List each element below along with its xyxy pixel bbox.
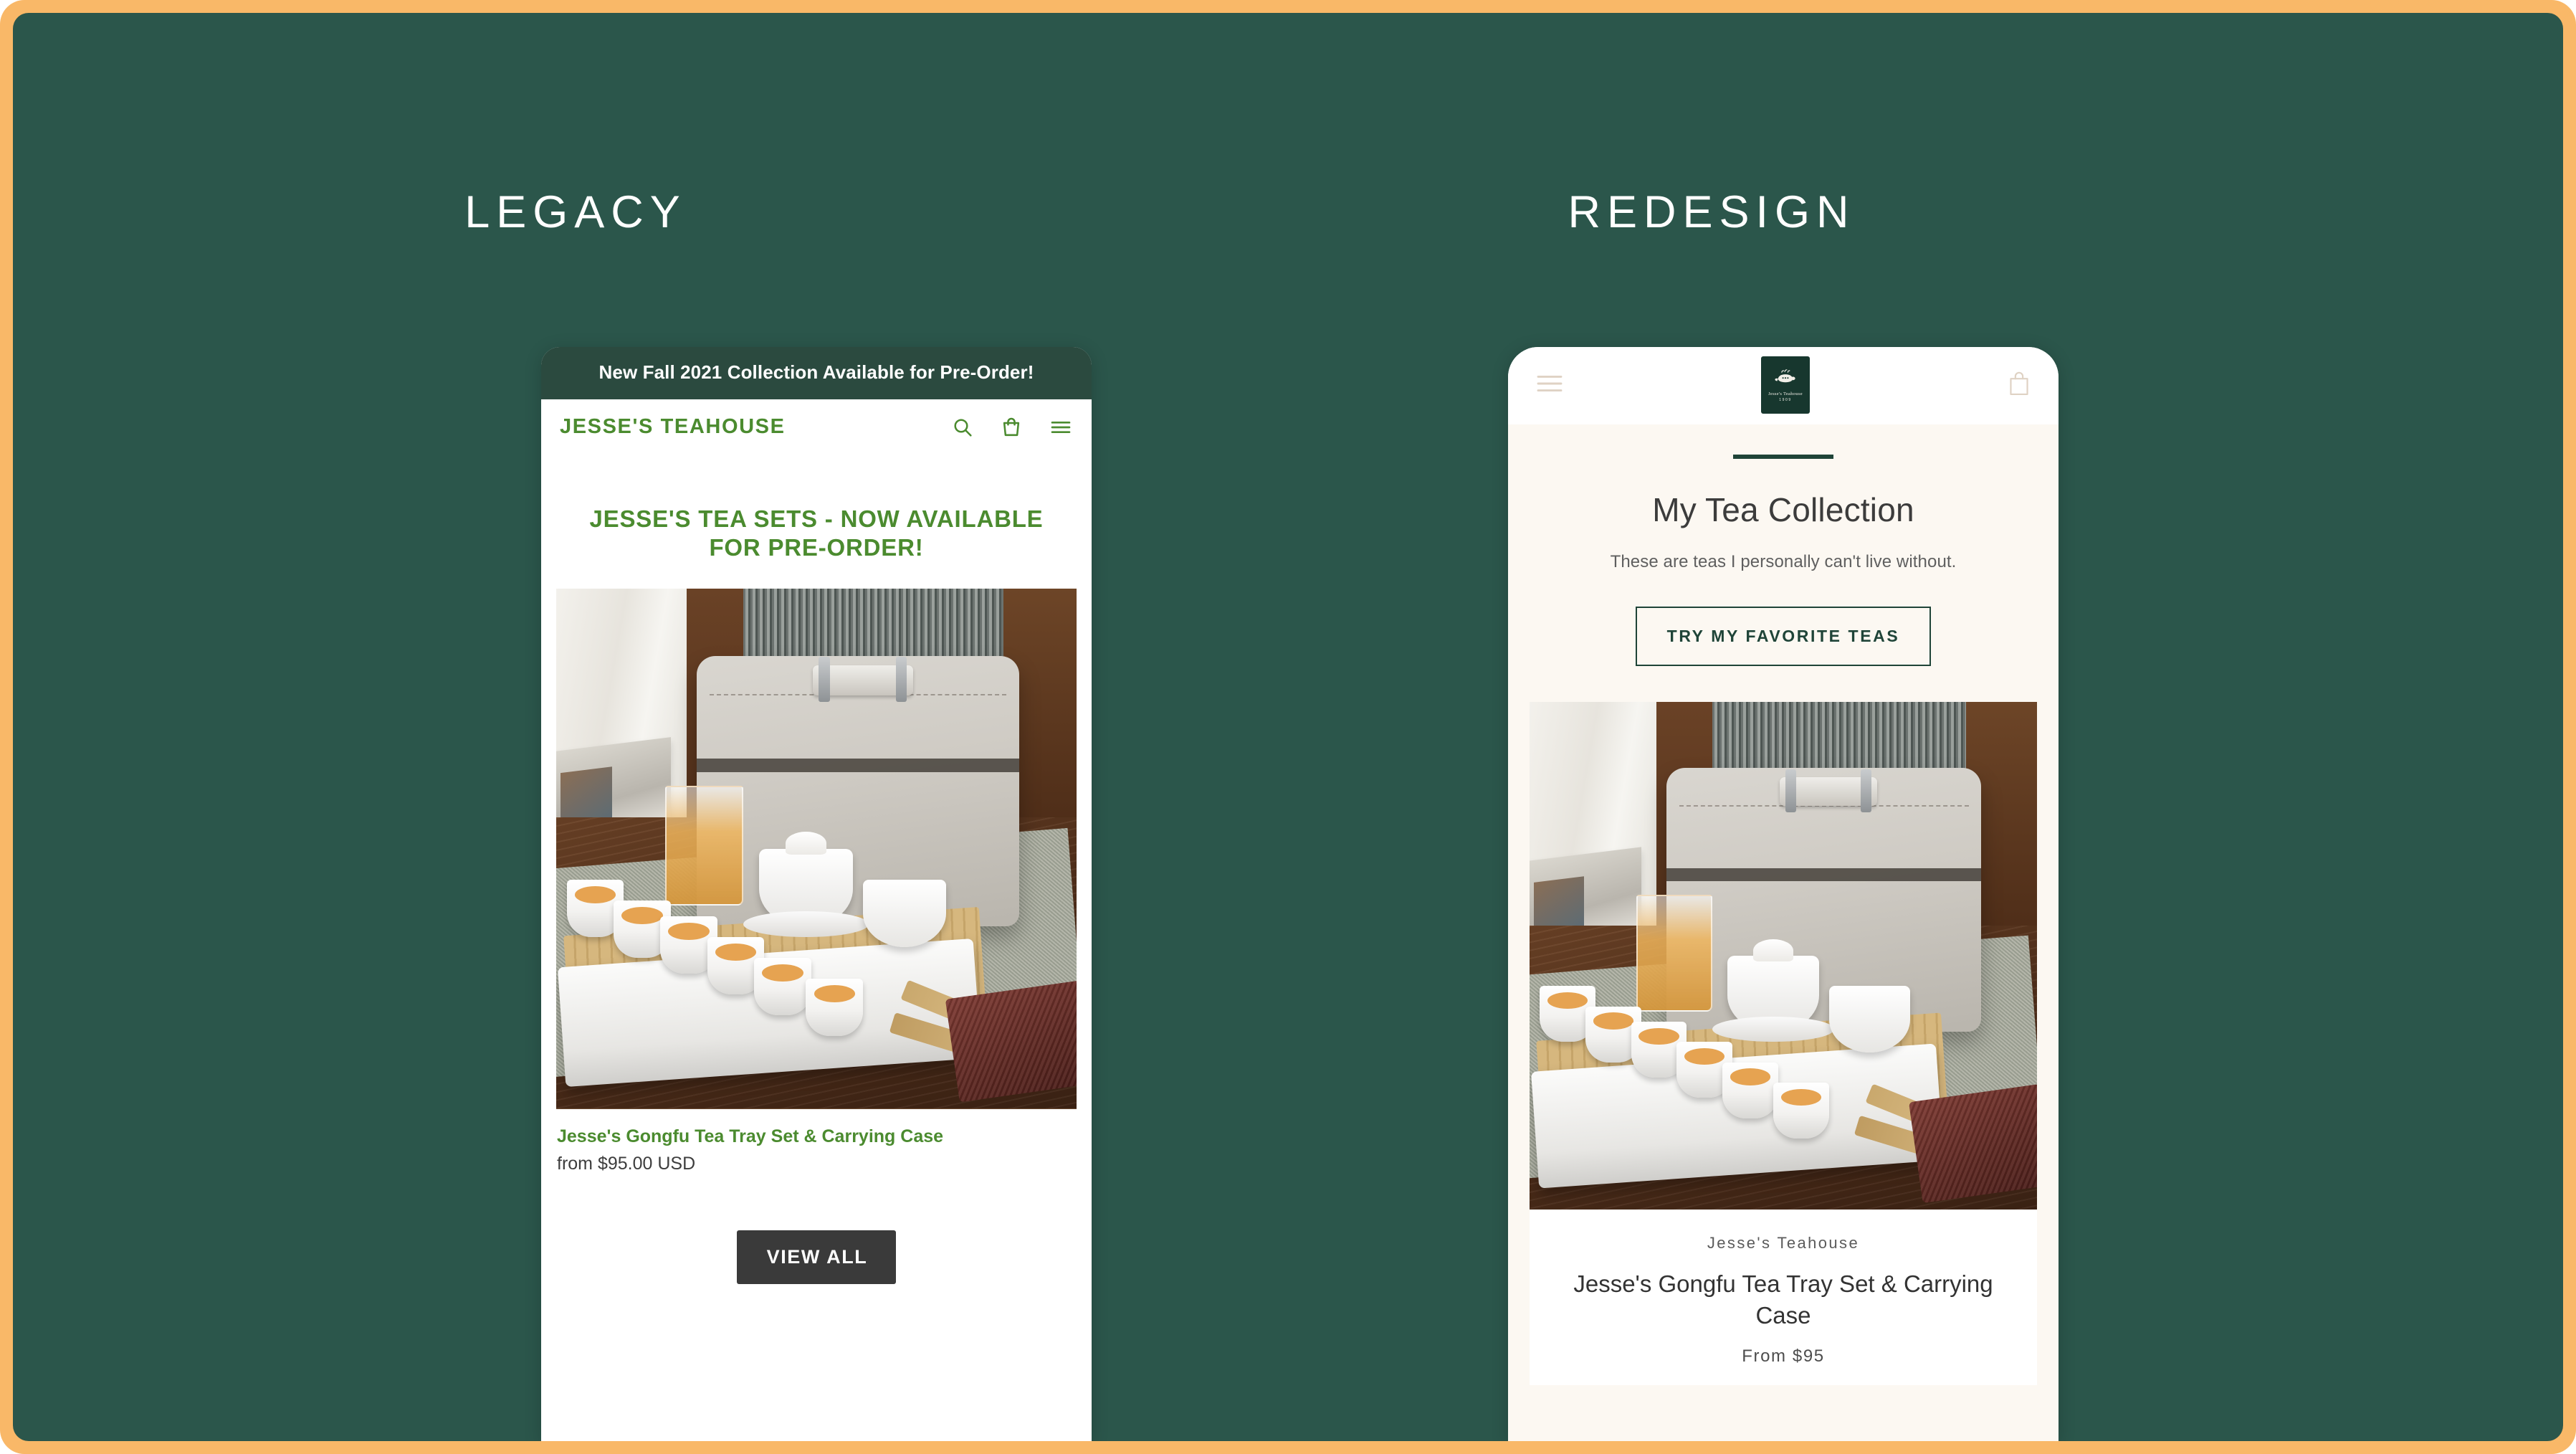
legacy-product-price: from $95.00 USD <box>557 1154 696 1174</box>
logo-wordmark: Jesse's Teahouse <box>1768 391 1803 397</box>
brand-logo[interactable]: Jesse's Teahouse 1909 <box>1761 356 1810 414</box>
redesign-product-title[interactable]: Jesse's Gongfu Tea Tray Set & Carrying C… <box>1554 1268 2013 1331</box>
legacy-phone-mockup: New Fall 2021 Collection Available for P… <box>541 347 1092 1441</box>
section-subtitle: These are teas I personally can't live w… <box>1610 552 1957 571</box>
hamburger-menu-icon[interactable] <box>1535 372 1564 399</box>
redesign-main-content: My Tea Collection These are teas I perso… <box>1508 424 2059 1386</box>
product-vendor: Jesse's Teahouse <box>1707 1234 1860 1252</box>
comparison-canvas: LEGACY REDESIGN New Fall 2021 Collection… <box>0 0 2576 1454</box>
hamburger-menu-icon[interactable] <box>1049 416 1073 439</box>
shopping-bag-icon[interactable] <box>2007 370 2031 401</box>
section-divider-rule <box>1733 455 1833 459</box>
legacy-site-header: JESSE'S TEAHOUSE <box>541 399 1092 456</box>
redesign-site-header: Jesse's Teahouse 1909 <box>1508 347 2059 424</box>
product-card[interactable]: Jesse's Teahouse Jesse's Gongfu Tea Tray… <box>1530 702 2037 1386</box>
column-heading-legacy: LEGACY <box>464 187 687 237</box>
legacy-product-info: Jesse's Gongfu Tea Tray Set & Carrying C… <box>541 1109 1092 1175</box>
redesign-product-price: From $95 <box>1742 1346 1825 1367</box>
legacy-announcement-bar: New Fall 2021 Collection Available for P… <box>541 347 1092 399</box>
shopping-bag-icon[interactable] <box>1000 416 1023 439</box>
view-all-button[interactable]: VIEW ALL <box>736 1230 897 1284</box>
comparison-stage: LEGACY REDESIGN New Fall 2021 Collection… <box>13 13 2563 1441</box>
redesign-cta-row: TRY MY FAVORITE TEAS <box>1508 572 2059 702</box>
redesign-product-image[interactable] <box>1530 702 2037 1210</box>
logo-established-year: 1909 <box>1779 397 1792 402</box>
product-card-text: Jesse's Teahouse Jesse's Gongfu Tea Tray… <box>1530 1210 2037 1385</box>
search-icon[interactable] <box>951 416 974 439</box>
tea-set-photo-legacy <box>556 588 1077 1109</box>
try-my-favorite-teas-button[interactable]: TRY MY FAVORITE TEAS <box>1635 607 1932 666</box>
section-title: My Tea Collection <box>1652 491 1914 528</box>
legacy-logo-wordmark[interactable]: JESSE'S TEAHOUSE <box>560 415 786 439</box>
legacy-view-all-row: VIEW ALL <box>541 1174 1092 1284</box>
tea-set-photo-redesign <box>1530 702 2037 1210</box>
legacy-header-icons <box>951 416 1073 439</box>
column-heading-redesign: REDESIGN <box>1568 187 1856 237</box>
redesign-phone-mockup: Jesse's Teahouse 1909 My Tea Collection … <box>1508 347 2059 1441</box>
legacy-hero-heading: JESSE'S TEA SETS - NOW AVAILABLE FOR PRE… <box>589 505 1044 561</box>
legacy-product-image[interactable] <box>556 588 1077 1109</box>
legacy-product-title[interactable]: Jesse's Gongfu Tea Tray Set & Carrying C… <box>557 1125 1076 1149</box>
teapot-icon <box>1773 368 1798 390</box>
